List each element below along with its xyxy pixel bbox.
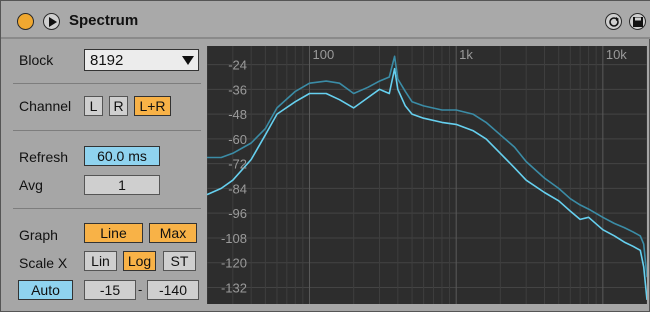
graph-line-button[interactable]: Line — [84, 223, 143, 243]
block-size-dropdown[interactable]: 8192 — [84, 49, 199, 71]
power-icon[interactable] — [17, 13, 34, 30]
scale-x-st-button[interactable]: ST — [163, 251, 196, 271]
auto-range-button[interactable]: Auto — [18, 280, 73, 300]
avg-label: Avg — [19, 177, 43, 193]
divider — [13, 83, 201, 84]
channel-left-button[interactable]: L — [84, 96, 103, 116]
device-title: Spectrum — [69, 12, 139, 29]
hot-swap-icon[interactable] — [605, 13, 622, 30]
divider — [13, 208, 201, 209]
chevron-down-icon — [182, 56, 194, 65]
channel-label: Channel — [19, 98, 72, 114]
y-tick-label: -84 — [228, 181, 247, 196]
channel-both-button[interactable]: L+R — [134, 96, 171, 116]
range-min-field[interactable]: -15 — [84, 280, 136, 300]
y-tick-label: -48 — [228, 107, 247, 122]
y-tick-label: -132 — [221, 280, 247, 295]
range-max-field[interactable]: -140 — [147, 280, 199, 300]
y-tick-label: -36 — [228, 82, 247, 97]
spectrum-device: Spectrum Block 8192 Channel L R L+R Refr… — [0, 0, 650, 312]
block-size-value: 8192 — [90, 52, 124, 69]
y-tick-label: -96 — [228, 206, 247, 221]
y-tick-label: -120 — [221, 256, 247, 271]
x-tick-label: 100 — [313, 47, 335, 62]
divider — [13, 130, 201, 131]
play-icon[interactable] — [43, 13, 60, 30]
channel-right-button[interactable]: R — [109, 96, 128, 116]
range-separator: - — [138, 282, 143, 297]
y-tick-label: -108 — [221, 231, 247, 246]
x-tick-label: 10k — [606, 47, 627, 62]
scale-x-label: Scale X — [19, 255, 68, 271]
x-tick-label: 1k — [459, 47, 473, 62]
y-tick-label: -60 — [228, 132, 247, 147]
save-icon[interactable] — [629, 13, 646, 30]
block-label: Block — [19, 52, 54, 68]
title-bar: Spectrum — [1, 1, 650, 39]
refresh-label: Refresh — [19, 149, 69, 165]
scale-x-log-button[interactable]: Log — [123, 251, 156, 271]
graph-label: Graph — [19, 227, 58, 243]
scale-x-lin-button[interactable]: Lin — [84, 251, 117, 271]
graph-max-button[interactable]: Max — [149, 223, 197, 243]
spectrum-plot: -24 -36 -48 -60 -72 -84 -96 -108 -120 -132 100 1k 10… — [207, 46, 647, 304]
spectrum-graph[interactable]: -24 -36 -48 -60 -72 -84 -96 -108 -120 -132 100 1k 10… — [207, 46, 647, 304]
refresh-field[interactable]: 60.0 ms — [84, 146, 160, 166]
spectrum-series-line — [207, 67, 647, 300]
avg-field[interactable]: 1 — [84, 175, 160, 195]
y-tick-label: -72 — [228, 157, 247, 172]
y-tick-label: -24 — [228, 58, 247, 73]
